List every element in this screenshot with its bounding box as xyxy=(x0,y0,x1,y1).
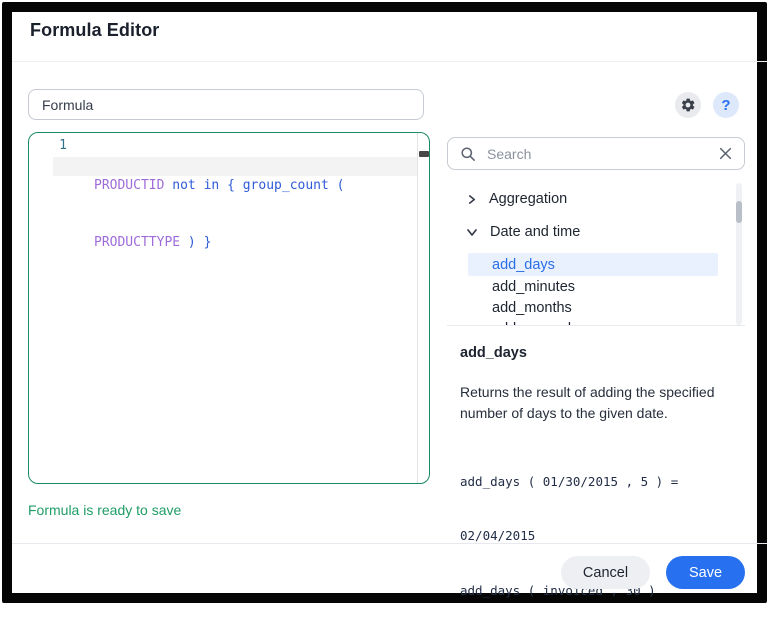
function-detail-example: add_days ( 01/30/2015 , 5 ) = 02/04/2015… xyxy=(460,436,678,619)
clear-search-icon[interactable] xyxy=(719,147,732,160)
code-content: PRODUCTID not in { group_count ( PRODUCT… xyxy=(94,138,409,290)
header-divider xyxy=(12,61,767,62)
help-icon: ? xyxy=(721,97,730,114)
function-label: add_months xyxy=(492,300,572,316)
chevron-right-icon xyxy=(467,195,476,204)
function-detail-description: Returns the result of adding the specifi… xyxy=(460,382,748,424)
chevron-down-icon xyxy=(467,227,477,237)
search-input[interactable] xyxy=(485,145,710,163)
list-detail-divider xyxy=(447,325,745,326)
settings-button[interactable] xyxy=(675,92,701,118)
search-icon xyxy=(460,146,476,162)
line-number: 1 xyxy=(55,138,71,153)
category-label: Aggregation xyxy=(489,191,567,207)
save-button[interactable]: Save xyxy=(666,556,745,589)
code-line-1: PRODUCTID not in { group_count ( xyxy=(94,176,409,195)
help-button[interactable]: ? xyxy=(713,92,739,118)
function-item-add-days[interactable]: add_days xyxy=(468,253,718,276)
function-list-scrollbar-thumb[interactable] xyxy=(736,201,742,223)
function-list-scrollbar[interactable] xyxy=(736,183,742,325)
cancel-button[interactable]: Cancel xyxy=(561,556,650,589)
example-line: add_days ( 01/30/2015 , 5 ) = xyxy=(460,473,678,491)
function-item-add-months[interactable]: add_months xyxy=(468,297,718,318)
footer-divider xyxy=(12,543,767,544)
category-label: Date and time xyxy=(490,224,580,240)
formula-name-input[interactable] xyxy=(28,89,424,120)
category-aggregation[interactable]: Aggregation xyxy=(447,188,727,210)
dialog-title: Formula Editor xyxy=(30,20,159,41)
editor-scrollbar-thumb[interactable] xyxy=(419,151,429,157)
status-message: Formula is ready to save xyxy=(28,502,181,518)
code-line-2: PRODUCTTYPE ) } xyxy=(94,233,409,252)
function-label: add_days xyxy=(492,257,555,273)
function-search-box[interactable] xyxy=(447,137,745,170)
gear-icon xyxy=(680,97,696,113)
function-label: add_minutes xyxy=(492,279,575,295)
formula-code-editor[interactable]: 1 PRODUCTID not in { group_count ( PRODU… xyxy=(28,132,430,484)
function-detail-title: add_days xyxy=(460,345,527,361)
function-list: add_days add_minutes add_months add_seco… xyxy=(447,253,745,325)
category-date-and-time[interactable]: Date and time xyxy=(447,221,727,243)
editor-scrollbar-track xyxy=(417,133,418,483)
function-item-add-minutes[interactable]: add_minutes xyxy=(468,276,718,297)
